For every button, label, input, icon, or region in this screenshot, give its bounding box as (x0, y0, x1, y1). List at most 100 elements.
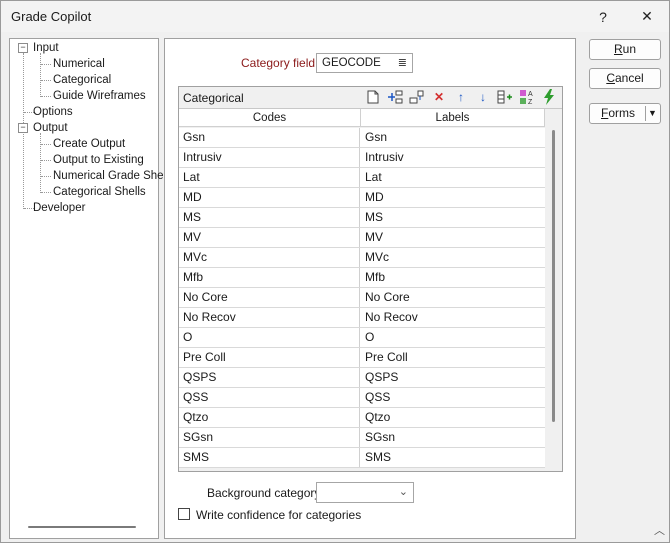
code-cell[interactable]: O (179, 328, 360, 347)
table-row[interactable]: QSPS QSPS (179, 368, 545, 388)
table-row[interactable]: MV MV (179, 228, 545, 248)
code-cell[interactable]: Mfb (179, 268, 360, 287)
label-cell[interactable]: QSPS (361, 368, 545, 387)
tree-item-output[interactable]: Output (33, 122, 68, 134)
table-row[interactable]: OO (179, 328, 545, 348)
code-cell[interactable]: MV (179, 228, 360, 247)
category-field-label: Category field (241, 56, 316, 70)
window-title: Grade Copilot (11, 9, 92, 24)
code-cell[interactable]: Lat (179, 168, 360, 187)
table-row[interactable]: Lat Lat (179, 168, 545, 188)
category-field-input[interactable]: GEOCODE ≣ (316, 53, 413, 73)
tree-item-numerical[interactable]: Numerical (53, 58, 105, 70)
code-cell[interactable]: QSPS (179, 368, 360, 387)
categorical-grid: Categorical ✕ ↑ ↓ AZ Codes Labels Gsn Gs… (178, 86, 563, 472)
label-cell[interactable]: No Recov (361, 308, 545, 327)
tree-item-create-output[interactable]: Create Output (53, 138, 125, 150)
table-row[interactable]: No Core No Core (179, 288, 545, 308)
table-row[interactable]: Mfb Mfb (179, 268, 545, 288)
table-row[interactable]: MS MS (179, 208, 545, 228)
tree-item-developer[interactable]: Developer (33, 202, 85, 214)
table-row[interactable]: Pre Coll Pre Coll (179, 348, 545, 368)
grade-copilot-window: Grade Copilot ? ✕ − − Input Numerical Ca… (0, 0, 670, 543)
label-cell[interactable]: Pre Coll (361, 348, 545, 367)
table-row[interactable]: Qtzo Qtzo (179, 408, 545, 428)
code-cell[interactable]: QSS (179, 388, 360, 407)
list-icon[interactable]: ≣ (398, 56, 407, 69)
code-cell[interactable]: Intrusiv (179, 148, 360, 167)
forms-dropdown-arrow-icon[interactable]: ▼ (648, 104, 657, 123)
scrollbar-thumb[interactable] (552, 130, 555, 422)
table-row[interactable]: MD MD (179, 188, 545, 208)
label-cell[interactable]: MVc (361, 248, 545, 267)
run-button[interactable]: Run (589, 39, 661, 60)
label-cell[interactable]: MV (361, 228, 545, 247)
label-cell[interactable]: QSS (361, 388, 545, 407)
tree-item-guide-wireframes[interactable]: Guide Wireframes (53, 90, 146, 102)
add-rows-icon[interactable] (497, 89, 513, 105)
label-cell[interactable]: Lat (361, 168, 545, 187)
tree-item-categorical[interactable]: Categorical (53, 74, 111, 86)
chevron-down-icon[interactable]: ⌄ (399, 485, 408, 498)
table-row[interactable]: SMS SMS (179, 448, 545, 468)
label-cell[interactable]: O (361, 328, 545, 347)
labels-column-header[interactable]: Labels (361, 109, 545, 127)
label-cell[interactable]: Qtzo (361, 408, 545, 427)
grid-vertical-scrollbar[interactable] (548, 128, 560, 469)
code-cell[interactable]: MS (179, 208, 360, 227)
lightning-icon[interactable] (541, 89, 557, 105)
code-cell[interactable]: Pre Coll (179, 348, 360, 367)
label-cell[interactable]: Mfb (361, 268, 545, 287)
cancel-button[interactable]: Cancel (589, 68, 661, 89)
label-cell[interactable]: Gsn (361, 128, 545, 147)
label-cell[interactable]: SMS (361, 448, 545, 467)
code-cell[interactable]: No Core (179, 288, 360, 307)
table-row[interactable]: No Recov No Recov (179, 308, 545, 328)
svg-text:A: A (528, 91, 533, 98)
tree-connector (40, 133, 41, 193)
collapse-output-icon[interactable]: − (18, 123, 28, 133)
forms-button[interactable]: Forms ▼ (589, 103, 661, 124)
tree-horizontal-scrollbar[interactable] (28, 526, 136, 528)
tree-item-input[interactable]: Input (33, 42, 59, 54)
label-cell[interactable]: SGsn (361, 428, 545, 447)
tree-item-options[interactable]: Options (33, 106, 73, 118)
label-cell[interactable]: Intrusiv (361, 148, 545, 167)
table-row[interactable]: SGsn SGsn (179, 428, 545, 448)
write-confidence-label[interactable]: Write confidence for categories (196, 508, 361, 522)
sort-az-icon[interactable]: AZ (519, 89, 535, 105)
label-cell[interactable]: No Core (361, 288, 545, 307)
label-cell[interactable]: MD (361, 188, 545, 207)
table-row[interactable]: Gsn Gsn (179, 128, 545, 148)
collapse-input-icon[interactable]: − (18, 43, 28, 53)
resize-grip-icon[interactable]: ︿ (654, 522, 665, 538)
insert-before-icon[interactable] (387, 89, 403, 105)
table-row[interactable]: QSS QSS (179, 388, 545, 408)
new-file-icon[interactable] (365, 89, 381, 105)
code-cell[interactable]: MVc (179, 248, 360, 267)
move-down-icon[interactable]: ↓ (475, 89, 491, 105)
tree-item-numerical-grade-shell[interactable]: Numerical Grade Shell (53, 170, 169, 182)
help-button[interactable]: ? (581, 1, 625, 32)
category-field-value: GEOCODE (322, 57, 381, 69)
code-cell[interactable]: SMS (179, 448, 360, 467)
navigation-tree: − − Input Numerical Categorical Guide Wi… (9, 38, 169, 539)
delete-icon[interactable]: ✕ (431, 89, 447, 105)
code-cell[interactable]: SGsn (179, 428, 360, 447)
code-cell[interactable]: No Recov (179, 308, 360, 327)
table-row[interactable]: Intrusiv Intrusiv (179, 148, 545, 168)
write-confidence-checkbox[interactable] (178, 508, 190, 520)
close-button[interactable]: ✕ (625, 1, 669, 32)
code-cell[interactable]: MD (179, 188, 360, 207)
move-up-icon[interactable]: ↑ (453, 89, 469, 105)
table-row[interactable]: MVc MVc (179, 248, 545, 268)
label-cell[interactable]: MS (361, 208, 545, 227)
code-cell[interactable]: Gsn (179, 128, 360, 147)
background-category-dropdown[interactable]: ⌄ (316, 482, 414, 503)
insert-after-icon[interactable] (409, 89, 425, 105)
tree-item-categorical-shells[interactable]: Categorical Shells (53, 186, 146, 198)
tree-item-output-to-existing[interactable]: Output to Existing (53, 154, 144, 166)
forms-button-label[interactable]: Forms (590, 104, 646, 123)
codes-column-header[interactable]: Codes (179, 109, 361, 127)
code-cell[interactable]: Qtzo (179, 408, 360, 427)
